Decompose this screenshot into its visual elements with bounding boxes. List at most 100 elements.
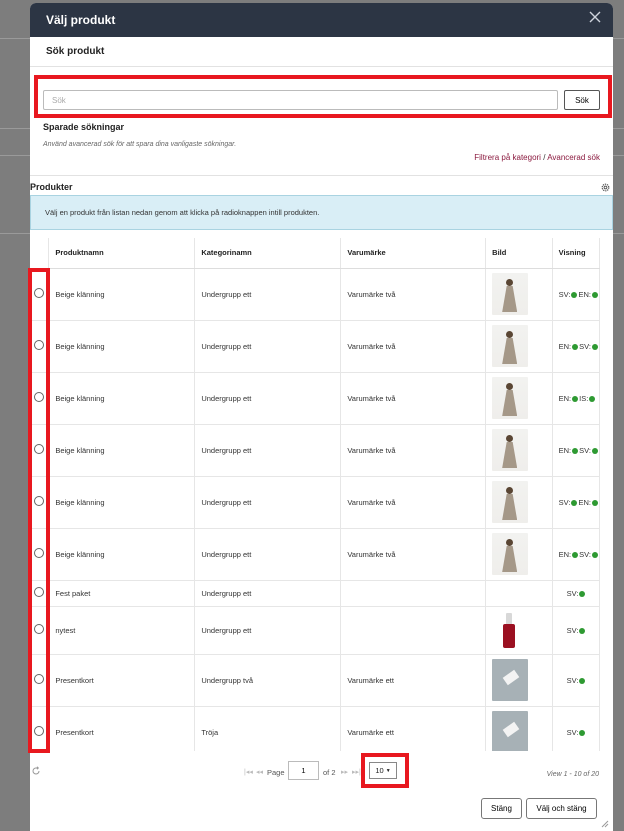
- page-number-input[interactable]: [288, 761, 319, 780]
- visibility-language: SV:: [579, 445, 591, 455]
- link-separator: /: [543, 153, 546, 162]
- brand-cell: Varumärke två: [340, 528, 487, 581]
- gear-icon[interactable]: [600, 180, 611, 192]
- status-dot-icon: [579, 729, 586, 736]
- column-header-visibility[interactable]: Visning: [552, 238, 600, 269]
- image-cell: [485, 476, 553, 529]
- table-row[interactable]: Presentkort Undergrupp två Varumärke ett SV…: [30, 654, 600, 707]
- info-box: Välj en produkt från listan nedan genom …: [30, 195, 613, 230]
- page-label: Page: [267, 768, 285, 777]
- visibility-language: SV:: [566, 727, 579, 737]
- visibility-language: SV:: [566, 625, 579, 635]
- category-cell: Undergrupp ett: [194, 268, 342, 321]
- column-header-category[interactable]: Kategorinamn: [194, 238, 342, 269]
- radio-cell: [30, 424, 50, 477]
- category-cell: Undergrupp ett: [194, 424, 342, 477]
- refresh-icon[interactable]: [31, 766, 41, 776]
- products-title: Produkter: [30, 175, 613, 197]
- prev-page-button[interactable]: ◂◂: [256, 768, 263, 776]
- brand-cell: Varumärke ett: [340, 706, 487, 751]
- visibility-language: IS:: [579, 393, 589, 403]
- visibility-language: SV:: [566, 675, 579, 685]
- last-page-button[interactable]: ▸▸|: [352, 768, 361, 776]
- visibility-language: SV:: [579, 341, 591, 351]
- table-header-row: Produktnamn Kategorinamn Varumärke Bild …: [30, 238, 600, 269]
- close-button[interactable]: Stäng: [481, 798, 522, 819]
- search-input[interactable]: [43, 90, 558, 110]
- radio-cell: [30, 528, 50, 581]
- advanced-search-link[interactable]: Avancerad sök: [547, 153, 600, 162]
- product-name-cell: Beige klänning: [48, 372, 196, 425]
- visibility-language: SV:: [558, 497, 571, 507]
- search-button[interactable]: Sök: [564, 90, 600, 110]
- product-radio[interactable]: [34, 726, 45, 736]
- product-radio[interactable]: [34, 444, 45, 454]
- product-thumbnail: [492, 429, 529, 471]
- table-row[interactable]: Beige klänning Undergrupp ett Varumärke tv…: [30, 528, 600, 581]
- product-thumbnail: [492, 711, 529, 751]
- table-row[interactable]: nytest Undergrupp ett SV:: [30, 606, 600, 655]
- table-row[interactable]: Presentkort Tröja Varumärke ett SV:: [30, 706, 600, 751]
- next-page-button[interactable]: ▸▸: [341, 768, 348, 776]
- product-radio[interactable]: [34, 624, 45, 634]
- category-cell: Undergrupp ett: [194, 320, 342, 373]
- table-row[interactable]: Beige klänning Undergrupp ett Varumärke tv…: [30, 372, 600, 425]
- status-dot-icon: [579, 627, 586, 634]
- visibility-language: EN:: [558, 341, 572, 351]
- brand-cell: [340, 606, 487, 655]
- product-radio[interactable]: [34, 392, 45, 402]
- status-dot-icon: [572, 343, 579, 350]
- radio-cell: [30, 580, 50, 607]
- table-row[interactable]: Beige klänning Undergrupp ett Varumärke tv…: [30, 476, 600, 529]
- brand-cell: Varumärke ett: [340, 654, 487, 707]
- page-size-select[interactable]: 10 ▼: [369, 762, 397, 779]
- status-dot-icon: [572, 551, 579, 558]
- table-row[interactable]: Fest paket Undergrupp ett SV:: [30, 580, 600, 607]
- image-cell: [485, 424, 553, 477]
- filter-category-link[interactable]: Filtrera på kategori: [474, 153, 541, 162]
- product-thumbnail: [492, 533, 529, 575]
- visibility-cell: SV:: [552, 654, 600, 707]
- visibility-cell: EN: SV:: [552, 528, 600, 581]
- product-radio[interactable]: [34, 587, 45, 597]
- view-info: View 1 - 10 of 20: [546, 771, 599, 778]
- product-name-cell: nytest: [48, 606, 196, 655]
- brand-cell: [340, 580, 487, 607]
- product-radio[interactable]: [34, 496, 45, 506]
- visibility-language: SV:: [566, 588, 579, 598]
- product-radio[interactable]: [34, 548, 45, 558]
- table-row[interactable]: Beige klänning Undergrupp ett Varumärke tv…: [30, 268, 600, 321]
- table-row[interactable]: Beige klänning Undergrupp ett Varumärke tv…: [30, 424, 600, 477]
- resize-handle-icon[interactable]: [601, 820, 609, 828]
- column-header-image[interactable]: Bild: [485, 238, 553, 269]
- products-table: Produktnamn Kategorinamn Varumärke Bild …: [30, 238, 600, 751]
- products-table-wrapper: Produktnamn Kategorinamn Varumärke Bild …: [30, 238, 600, 751]
- product-name-cell: Beige klänning: [48, 476, 196, 529]
- product-radio[interactable]: [34, 674, 45, 684]
- pagination: |◂◂ ◂◂ Page of 2 ▸▸ ▸▸| 10 ▼ View 1 - 10…: [30, 761, 613, 785]
- brand-cell: Varumärke två: [340, 424, 487, 477]
- status-dot-icon: [572, 395, 579, 402]
- column-header-brand[interactable]: Varumärke: [340, 238, 487, 269]
- close-icon[interactable]: [587, 9, 603, 25]
- product-radio[interactable]: [34, 288, 45, 298]
- product-name-cell: Beige klänning: [48, 424, 196, 477]
- image-cell: [485, 320, 553, 373]
- product-thumbnail: [492, 609, 529, 651]
- saved-searches-hint: Använd avancerad sök för att spara dina …: [43, 141, 237, 148]
- product-name-cell: Presentkort: [48, 654, 196, 707]
- product-radio[interactable]: [34, 340, 45, 350]
- search-section-title: Sök produkt: [30, 37, 613, 67]
- radio-cell: [30, 268, 50, 321]
- status-dot-icon: [579, 590, 586, 597]
- column-header-name[interactable]: Produktnamn: [48, 238, 196, 269]
- product-name-cell: Presentkort: [48, 706, 196, 751]
- radio-cell: [30, 654, 50, 707]
- select-and-close-button[interactable]: Välj och stäng: [526, 798, 597, 819]
- table-row[interactable]: Beige klänning Undergrupp ett Varumärke tv…: [30, 320, 600, 373]
- first-page-button[interactable]: |◂◂: [244, 768, 253, 776]
- image-cell: [485, 268, 553, 321]
- visibility-cell: SV: EN:: [552, 268, 600, 321]
- status-dot-icon: [579, 677, 586, 684]
- visibility-cell: SV:: [552, 706, 600, 751]
